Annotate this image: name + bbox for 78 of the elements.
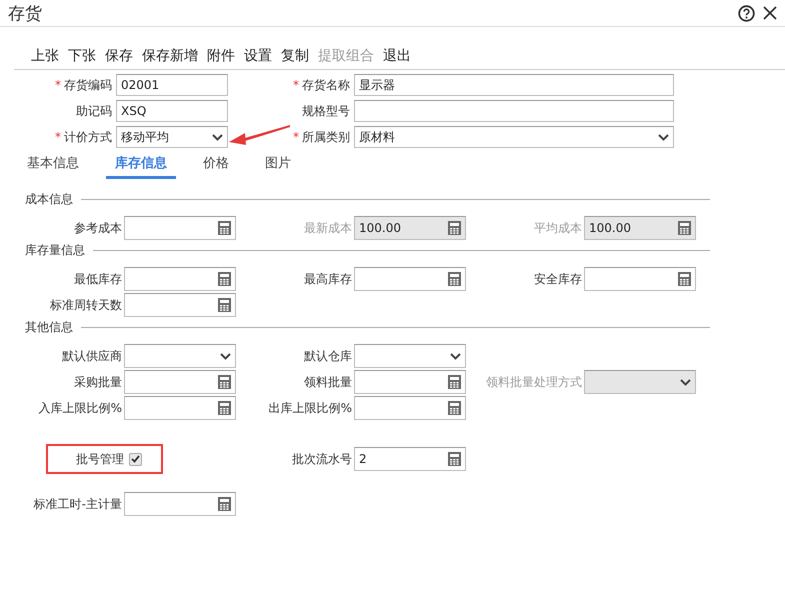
- text-field[interactable]: 02001: [116, 74, 228, 96]
- number-field[interactable]: [124, 370, 236, 394]
- toolbar-button[interactable]: 附件: [207, 47, 235, 65]
- toolbar-button[interactable]: 复制: [281, 47, 309, 65]
- checkmark-icon: [131, 455, 140, 463]
- tab[interactable]: 图片: [256, 154, 300, 179]
- toolbar-button[interactable]: 下张: [68, 47, 96, 65]
- section-title: 其他信息: [25, 319, 73, 336]
- number-field[interactable]: [354, 267, 466, 291]
- field-label: * 计价方式: [55, 128, 112, 146]
- dropdown-field[interactable]: [354, 344, 466, 368]
- chevron-down-icon[interactable]: [220, 352, 231, 360]
- calculator-icon[interactable]: [218, 497, 231, 511]
- number-field[interactable]: [124, 216, 236, 240]
- close-icon[interactable]: [763, 6, 777, 20]
- calculator-icon[interactable]: [678, 272, 691, 286]
- window-title: 存货: [8, 2, 42, 24]
- field-label: 标准工时-主计量: [32, 496, 123, 512]
- field-label: * 存货名称: [293, 76, 350, 94]
- text-field[interactable]: XSQ: [116, 100, 228, 122]
- calculator-icon[interactable]: [448, 452, 461, 466]
- field-label: 安全库存: [533, 270, 583, 288]
- field-label: * 所属类别: [293, 128, 350, 146]
- number-field[interactable]: [124, 267, 236, 291]
- checkbox[interactable]: [129, 452, 142, 466]
- field-label: 默认供应商: [61, 348, 123, 364]
- text-field[interactable]: 显示器: [354, 74, 674, 96]
- section-title: 库存量信息: [25, 242, 85, 259]
- tab[interactable]: 库存信息: [106, 154, 176, 179]
- field-label: 领料批量处理方式: [485, 374, 583, 390]
- toolbar-button[interactable]: 上张: [31, 47, 59, 65]
- field-label: * 存货编码: [55, 76, 112, 94]
- text-field[interactable]: [354, 100, 674, 122]
- field-label: 最新成本: [303, 220, 353, 236]
- annotation-arrow: [229, 124, 291, 146]
- field-label: 规格型号: [302, 102, 350, 120]
- help-icon[interactable]: [738, 4, 755, 22]
- field-label: 批次流水号: [291, 450, 353, 468]
- number-field[interactable]: [354, 370, 466, 394]
- toolbar-button[interactable]: 设置: [244, 47, 272, 65]
- field-label: 批号管理: [76, 450, 124, 468]
- calculator-icon[interactable]: [218, 272, 231, 286]
- calculator-icon[interactable]: [448, 375, 461, 389]
- field-label: 最低库存: [73, 270, 123, 288]
- calculator-icon[interactable]: [448, 272, 461, 286]
- number-field[interactable]: [584, 267, 696, 291]
- number-field[interactable]: [124, 396, 236, 420]
- field-label: 标准周转天数: [49, 296, 123, 314]
- chevron-down-icon[interactable]: [658, 134, 669, 140]
- chevron-down-icon[interactable]: [212, 134, 223, 140]
- toolbar-button[interactable]: 保存新增: [142, 47, 198, 65]
- calculator-icon[interactable]: [448, 401, 461, 415]
- calculator-icon[interactable]: [218, 401, 231, 415]
- number-field[interactable]: [124, 492, 236, 516]
- section-title: 成本信息: [25, 191, 73, 208]
- toolbar-button[interactable]: 保存: [105, 47, 133, 65]
- field-label: 参考成本: [73, 220, 123, 236]
- field-label: 助记码: [76, 102, 112, 120]
- dropdown-field[interactable]: 原材料: [354, 126, 674, 148]
- number-field[interactable]: [124, 293, 236, 317]
- field-label: 入库上限比例%: [38, 400, 123, 416]
- field-label: 默认仓库: [303, 348, 353, 364]
- tab[interactable]: 基本信息: [18, 154, 88, 179]
- field-label: 出库上限比例%: [268, 400, 353, 416]
- calculator-icon[interactable]: [218, 375, 231, 389]
- calculator-icon[interactable]: [218, 221, 231, 235]
- calculator-icon[interactable]: [218, 298, 231, 312]
- field-label: 领料批量: [303, 374, 353, 390]
- number-field[interactable]: 2: [354, 447, 466, 471]
- number-field[interactable]: [354, 396, 466, 420]
- tab[interactable]: 价格: [194, 154, 238, 179]
- field-label: 最高库存: [303, 270, 353, 288]
- chevron-down-icon[interactable]: [450, 352, 461, 360]
- field-label: 平均成本: [533, 220, 583, 236]
- toolbar-button[interactable]: 退出: [383, 47, 411, 65]
- dropdown-field[interactable]: [124, 344, 236, 368]
- dropdown-field[interactable]: 移动平均: [116, 126, 228, 148]
- field-label: 采购批量: [73, 374, 123, 390]
